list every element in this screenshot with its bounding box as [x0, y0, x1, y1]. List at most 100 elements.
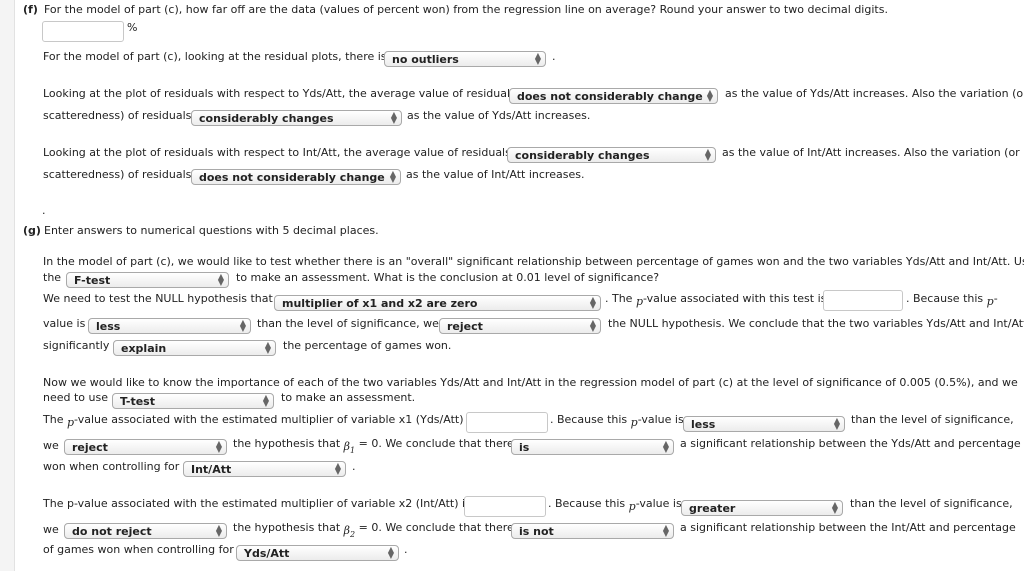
beta-2-symbol: β2 [344, 524, 356, 540]
part-g-instruction: Enter answers to numerical questions wit… [44, 224, 379, 237]
beta-subscript: 2 [350, 530, 356, 540]
int-avg-suffix: as the value of Int/Att increases. Also … [722, 146, 1020, 159]
explain-select[interactable]: explain ▲ ▼ [113, 340, 276, 356]
overall-compare-value: less [96, 320, 121, 333]
x2-relationship-text: a significant relationship between the I… [680, 521, 1016, 534]
overall-the: the [43, 271, 62, 284]
pvalue-text-a: . The [605, 292, 633, 305]
select-arrows-icon: ▲ ▼ [534, 51, 541, 66]
p-symbol: p [986, 295, 994, 308]
null-hypothesis-select[interactable]: multiplier of x1 and x2 are zero ▲ ▼ [274, 295, 601, 311]
beta-1-symbol: β1 [344, 440, 356, 456]
x1-pvalue-label: The p-value associated with the estimate… [43, 413, 476, 429]
part-g-label: (g) [23, 224, 41, 237]
x1-relationship-text: a significant relationship between the Y… [680, 437, 1021, 450]
null-prefix: We need to test the NULL hypothesis that [43, 292, 273, 305]
yds-avg-suffix: as the value of Yds/Att increases. Also … [725, 87, 1024, 100]
x1-pvalue-text: -value associated with the estimated mul… [74, 413, 476, 426]
overall-decision-value: reject [447, 320, 483, 333]
select-arrows-icon: ▲ ▼ [387, 545, 394, 560]
overall-pvalue-label: . The p-value associated with this test … [605, 292, 826, 308]
x2-is-select[interactable]: is not ▲ ▼ [511, 523, 674, 539]
overall-line2-suffix: to make an assessment. What is the concl… [236, 271, 660, 284]
x2-control-select[interactable]: Yds/Att ▲ ▼ [236, 545, 399, 561]
x2-we: we [43, 523, 59, 536]
x2-pvalue-input[interactable] [464, 496, 546, 517]
overall-decision-select[interactable]: reject ▲ ▼ [439, 318, 601, 334]
x1-value-is: -value is [637, 413, 684, 426]
beta-subscript: 1 [350, 446, 356, 456]
part-f-label: (f) [23, 3, 38, 16]
x2-than-level: than the level of significance, [850, 497, 1013, 510]
x2-value-is: -value is [635, 497, 682, 510]
x1-is-value: is [519, 441, 530, 454]
yds-avg-residual-value: does not considerably change [517, 90, 703, 103]
yds-var-residual-value: considerably changes [199, 112, 334, 125]
part-f-question: For the model of part (c), how far off a… [44, 3, 888, 16]
p-symbol: p [630, 416, 638, 429]
overall-line1: In the model of part (c), we would like … [43, 255, 1024, 268]
select-arrows-icon: ▲ ▼ [704, 147, 711, 162]
overall-pvalue-input[interactable] [823, 290, 903, 311]
yds-var-prefix: scatteredness) of residuals [43, 109, 192, 122]
period: . [552, 50, 556, 63]
x1-control-value: Int/Att [191, 463, 232, 476]
x1-is-select[interactable]: is ▲ ▼ [511, 439, 674, 455]
significantly: significantly [43, 339, 110, 352]
yds-avg-residual-select[interactable]: does not considerably change ▲ ▼ [509, 88, 718, 104]
overall-compare-select[interactable]: less ▲ ▼ [88, 318, 251, 334]
overall-test-select[interactable]: F-test ▲ ▼ [66, 272, 229, 288]
x1-decision-select[interactable]: reject ▲ ▼ [64, 439, 227, 455]
select-arrows-icon: ▲ ▼ [239, 318, 246, 333]
x1-compare-value: less [691, 418, 716, 431]
x1-hypothesis-text: the hypothesis that β1 = 0. We conclude … [233, 437, 514, 455]
dash-text: - [993, 292, 998, 305]
x1-period: . [352, 460, 356, 473]
x2-hypothesis-text: the hypothesis that β2 = 0. We conclude … [233, 521, 514, 539]
to-make-assessment: to make an assessment. [281, 391, 416, 404]
x2-because-text: . Because this [548, 497, 626, 510]
outliers-select[interactable]: no outliers ▲ ▼ [384, 51, 546, 67]
int-avg-residual-value: considerably changes [515, 149, 650, 162]
select-arrows-icon: ▲ ▼ [262, 393, 269, 408]
x1-because-text: . Because this [550, 413, 628, 426]
int-var-suffix: as the value of Int/Att increases. [406, 168, 585, 181]
stray-dot: . [42, 204, 46, 217]
x2-compare-select[interactable]: greater ▲ ▼ [681, 500, 843, 516]
yds-var-suffix: as the value of Yds/Att increases. [407, 109, 591, 122]
yds-var-residual-select[interactable]: considerably changes ▲ ▼ [191, 110, 402, 126]
p-symbol: p [628, 500, 636, 513]
than-level-we: than the level of significance, we [257, 317, 439, 330]
select-arrows-icon: ▲ ▼ [706, 88, 713, 103]
x1-control-select[interactable]: Int/Att ▲ ▼ [183, 461, 346, 477]
select-arrows-icon: ▲ ▼ [217, 272, 224, 287]
x1-pvalue-input[interactable] [466, 412, 548, 433]
explain-value: explain [121, 342, 167, 355]
x2-period: . [404, 543, 408, 556]
x1-decision-value: reject [72, 441, 108, 454]
select-arrows-icon: ▲ ▼ [215, 523, 222, 538]
int-var-residual-select[interactable]: does not considerably change ▲ ▼ [191, 169, 401, 185]
outliers-select-value: no outliers [392, 53, 459, 66]
left-margin-bar [0, 0, 15, 571]
individual-test-select[interactable]: T-test ▲ ▼ [112, 393, 274, 409]
select-arrows-icon: ▲ ▼ [833, 416, 840, 431]
select-arrows-icon: ▲ ▼ [662, 439, 669, 454]
overall-test-value: F-test [74, 274, 111, 287]
x1-we: we [43, 439, 59, 452]
int-avg-residual-select[interactable]: considerably changes ▲ ▼ [507, 147, 716, 163]
select-arrows-icon: ▲ ▼ [390, 110, 397, 125]
importance-line1: Now we would like to know the importance… [43, 376, 1018, 389]
select-arrows-icon: ▲ ▼ [264, 340, 271, 355]
select-arrows-icon: ▲ ▼ [389, 169, 396, 184]
x1-the: The [43, 413, 64, 426]
x2-decision-select[interactable]: do not reject ▲ ▼ [64, 523, 227, 539]
x1-compare-select[interactable]: less ▲ ▼ [683, 416, 845, 432]
yds-avg-prefix: Looking at the plot of residuals with re… [43, 87, 516, 100]
x1-won-controlling: won when controlling for [43, 460, 180, 473]
x2-hyp-b: = 0. We conclude that there [358, 521, 514, 534]
int-var-prefix: scatteredness) of residuals [43, 168, 192, 181]
residual-std-error-input[interactable] [42, 21, 124, 42]
x1-than-level: than the level of significance, [851, 413, 1014, 426]
x1-hyp-b: = 0. We conclude that there [358, 437, 514, 450]
